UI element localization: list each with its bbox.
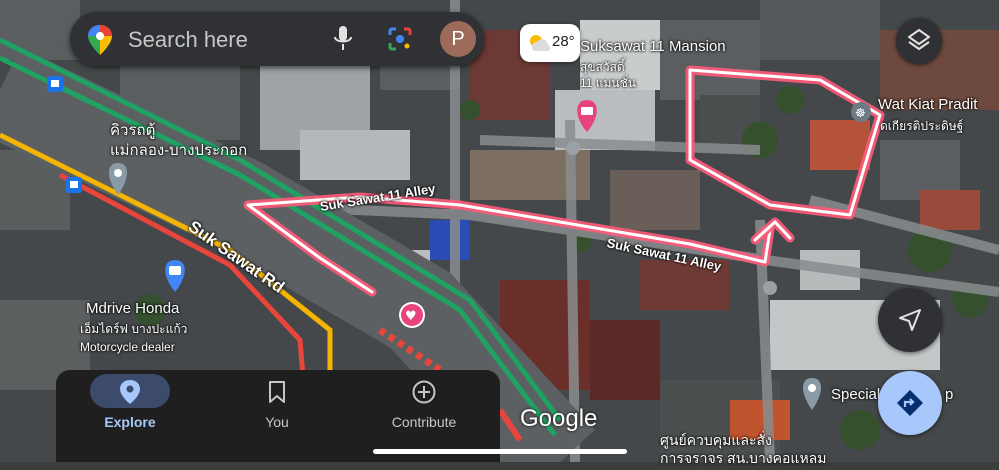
add-circle-icon bbox=[412, 380, 436, 404]
bookmark-icon bbox=[269, 381, 285, 403]
place-label-mdrive-category: Motorcycle dealer bbox=[80, 340, 175, 354]
favorite-pin-icon: ♥ bbox=[399, 302, 425, 328]
home-indicator[interactable] bbox=[373, 449, 627, 454]
google-lens-icon[interactable] bbox=[388, 27, 412, 51]
place-label-special-tail: p bbox=[945, 386, 954, 403]
microphone-icon[interactable] bbox=[334, 26, 352, 52]
partly-cloudy-icon bbox=[530, 35, 550, 52]
tab-you-label: You bbox=[265, 414, 289, 430]
search-input[interactable]: Search here bbox=[128, 27, 248, 53]
tab-explore-label: Explore bbox=[104, 414, 156, 430]
bus-stop-icon bbox=[47, 76, 63, 92]
place-label-special[interactable]: Special bbox=[831, 386, 880, 403]
temple-pin-icon: ☸ bbox=[851, 102, 871, 122]
google-watermark: Google bbox=[520, 405, 598, 432]
directions-button[interactable] bbox=[878, 371, 942, 435]
explore-pin-icon bbox=[120, 380, 140, 404]
place-label-mansion[interactable]: Suksawat 11 Mansion bbox=[580, 38, 726, 55]
place-label-mansion-th: 11 แมนชั่น bbox=[580, 76, 636, 90]
navigation-arrow-icon bbox=[899, 309, 921, 331]
layers-icon bbox=[908, 29, 930, 51]
layers-button[interactable] bbox=[896, 18, 942, 64]
tab-contribute-label: Contribute bbox=[391, 414, 457, 430]
place-label-van-queue-2: แม่กลอง-บางประกอก bbox=[110, 142, 248, 159]
weather-chip[interactable]: 28° bbox=[520, 24, 580, 62]
place-label-mdrive[interactable]: Mdrive Honda bbox=[86, 300, 179, 317]
account-avatar[interactable]: P bbox=[440, 21, 476, 57]
tab-explore[interactable]: Explore bbox=[70, 370, 190, 462]
place-label-mdrive-th: เอ็มไดร์ฟ บางปะแก้ว bbox=[80, 322, 188, 336]
temperature-label: 28° bbox=[552, 33, 575, 50]
directions-icon bbox=[897, 390, 923, 416]
google-maps-logo-icon bbox=[88, 25, 112, 55]
place-label-wat[interactable]: Wat Kiat Pradit bbox=[878, 96, 977, 113]
svg-text:☸: ☸ bbox=[855, 106, 866, 120]
place-label-traffic-center-2: การจราจร สน.บางคอแหลม bbox=[660, 450, 827, 466]
bus-stop-icon bbox=[66, 177, 82, 193]
my-location-button[interactable] bbox=[878, 288, 942, 352]
search-bar[interactable]: Search here P bbox=[70, 12, 484, 66]
place-label-wat-th: ดเกียรติประดิษฐ์ bbox=[880, 119, 964, 133]
svg-text:♥: ♥ bbox=[405, 309, 417, 324]
tab-you[interactable]: You bbox=[217, 370, 337, 462]
